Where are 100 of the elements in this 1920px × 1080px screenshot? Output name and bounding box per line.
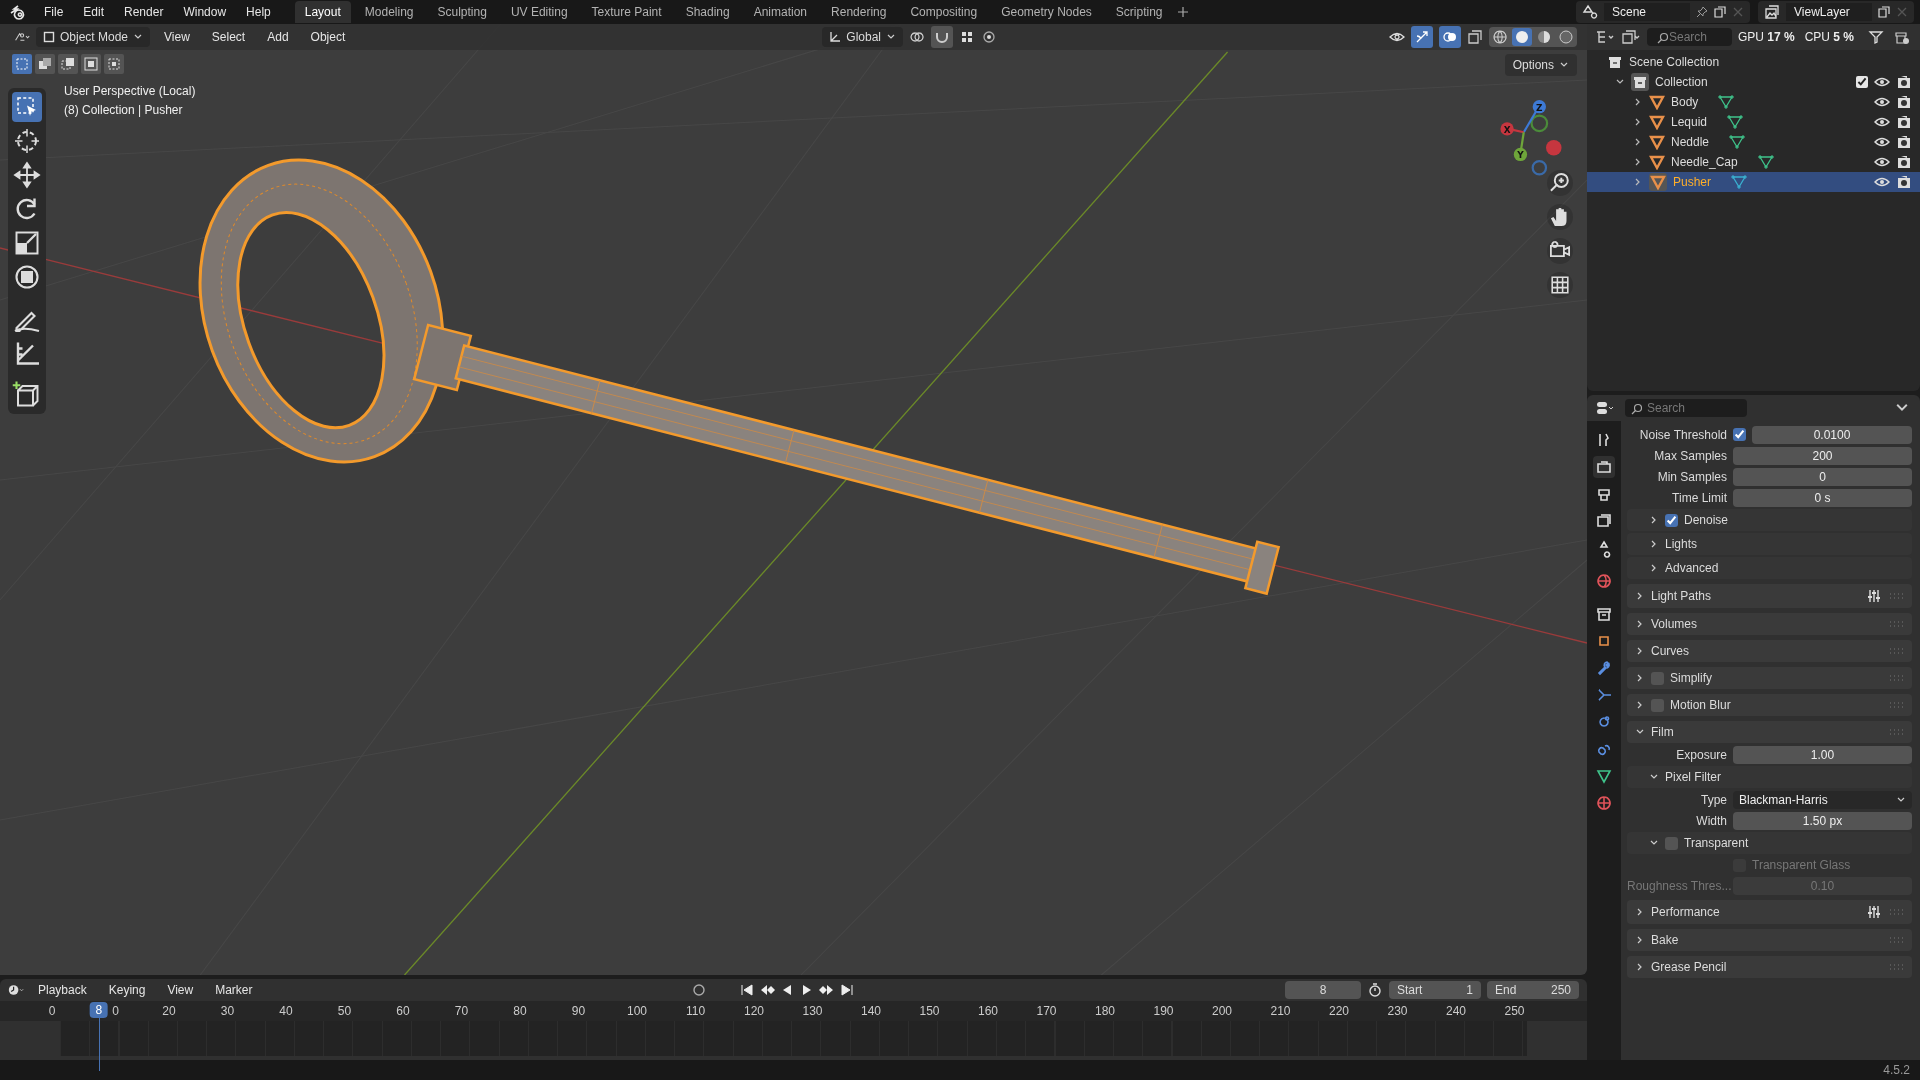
record-icon[interactable] xyxy=(690,982,707,998)
timeline-track[interactable] xyxy=(60,1021,1527,1056)
outliner-row[interactable]: Lequid xyxy=(1587,112,1920,132)
drag-handle-icon[interactable] xyxy=(1888,936,1904,944)
select-invert-icon[interactable] xyxy=(81,54,101,74)
plunger-wireframe-drawing[interactable] xyxy=(198,158,1281,596)
orientation-dropdown[interactable]: Global xyxy=(822,27,903,47)
dropdown-field[interactable]: Blackman-Harris xyxy=(1733,790,1912,809)
menu-item[interactable]: Select xyxy=(203,27,254,47)
image-stack-icon[interactable] xyxy=(1621,29,1641,45)
drag-handle-icon[interactable] xyxy=(1888,647,1904,655)
list-icon[interactable] xyxy=(1595,29,1615,45)
grid-icon[interactable] xyxy=(1547,272,1573,298)
checkbox[interactable] xyxy=(1733,428,1746,441)
number-field[interactable]: 0 xyxy=(1733,467,1912,486)
panel-header[interactable]: Motion Blur xyxy=(1627,694,1912,716)
camera-icon[interactable] xyxy=(1896,134,1912,150)
workspace-tab[interactable]: Rendering xyxy=(821,1,897,23)
checkbox[interactable] xyxy=(1665,836,1678,850)
presets-icon[interactable] xyxy=(1866,588,1882,604)
jump-start-icon[interactable] xyxy=(738,982,755,998)
3d-viewport[interactable]: Object Mode View Select Add Object Global Options User Perspective (Local) (8) Collection | Pusher Z X Y xyxy=(0,24,1587,975)
number-field[interactable]: 200 xyxy=(1733,446,1912,465)
workspace-tab[interactable]: Sculpting xyxy=(427,1,497,23)
drag-handle-icon[interactable] xyxy=(1888,908,1904,916)
grid-icon[interactable] xyxy=(959,29,975,45)
hand-icon[interactable] xyxy=(1547,204,1573,230)
menu-item[interactable]: Add xyxy=(259,27,297,47)
menu-item[interactable]: File xyxy=(36,2,72,22)
scene-selector[interactable]: Scene xyxy=(1576,1,1750,23)
number-field[interactable]: 0 s xyxy=(1733,488,1912,507)
workspace-tab[interactable]: Shading xyxy=(675,1,740,23)
mesh-data-icon[interactable] xyxy=(1731,174,1748,190)
next-keyframe-icon[interactable] xyxy=(818,982,835,998)
add-icon[interactable] xyxy=(1176,6,1189,18)
jump-end-icon[interactable] xyxy=(838,982,855,998)
drag-handle-icon[interactable] xyxy=(1888,728,1904,736)
subpanel-header[interactable]: Pixel Filter xyxy=(1627,766,1912,788)
axis-handle[interactable] xyxy=(1530,114,1549,133)
camera-icon[interactable] xyxy=(1547,238,1573,264)
new-collection-icon[interactable] xyxy=(1892,29,1912,45)
menu-item[interactable]: Window xyxy=(175,2,235,22)
camera-icon[interactable] xyxy=(1896,174,1912,190)
checkbox[interactable] xyxy=(1665,513,1678,527)
menu-item[interactable]: Help xyxy=(238,2,279,22)
end-frame-field[interactable]: End 250 xyxy=(1487,981,1579,999)
view-layer-selector[interactable]: ViewLayer xyxy=(1758,1,1914,23)
camera-icon[interactable] xyxy=(1896,74,1912,90)
panel-header[interactable]: Light Paths xyxy=(1627,584,1912,608)
z-axis-handle[interactable]: Z xyxy=(1522,100,1546,133)
presets-icon[interactable] xyxy=(1866,904,1882,920)
toggle-icon[interactable] xyxy=(1595,400,1615,416)
workspace-tab[interactable]: Animation xyxy=(743,1,818,23)
drag-handle-icon[interactable] xyxy=(1888,620,1904,628)
workspace-tab[interactable]: Geometry Nodes xyxy=(991,1,1102,23)
camera-icon[interactable] xyxy=(1896,114,1912,130)
current-frame-field[interactable]: 8 xyxy=(1285,981,1361,999)
subpanel-header[interactable]: Advanced xyxy=(1627,557,1912,579)
menu-item[interactable]: Marker xyxy=(207,980,261,1000)
select-box-tool-icon[interactable] xyxy=(12,92,42,122)
stopwatch-icon[interactable] xyxy=(1367,982,1383,998)
checkbox[interactable] xyxy=(1651,698,1664,712)
search-field[interactable]: Search xyxy=(1625,399,1747,417)
panel-header[interactable]: Volumes xyxy=(1627,613,1912,635)
menu-item[interactable]: Edit xyxy=(75,2,113,22)
app-logo-icon[interactable] xyxy=(10,4,26,20)
select-extend-icon[interactable] xyxy=(35,54,55,74)
camera-icon[interactable] xyxy=(1896,94,1912,110)
checkbox[interactable] xyxy=(1651,671,1664,685)
outliner-row[interactable]: Needle_Cap xyxy=(1587,152,1920,172)
outliner-row[interactable]: Pusher xyxy=(1587,172,1920,192)
subpanel-header[interactable]: Lights xyxy=(1627,533,1912,555)
number-field[interactable]: 1.50 px xyxy=(1733,811,1912,830)
panel-header[interactable]: Grease Pencil xyxy=(1627,956,1912,978)
subpanel-header[interactable]: Denoise xyxy=(1627,509,1912,531)
copy-icon[interactable] xyxy=(1878,6,1890,18)
menu-item[interactable]: Object xyxy=(302,27,354,47)
subpanel-header[interactable]: Transparent xyxy=(1627,832,1912,854)
panel-header[interactable]: Film xyxy=(1627,721,1912,743)
select-new-icon[interactable] xyxy=(12,54,32,74)
menu-item[interactable]: View xyxy=(156,27,198,47)
workspace-tab[interactable]: Texture Paint xyxy=(581,1,672,23)
clock-icon[interactable] xyxy=(8,982,24,998)
shading-buttons[interactable] xyxy=(1489,27,1577,47)
camera-icon[interactable] xyxy=(1896,154,1912,170)
workspace-tab[interactable]: Layout xyxy=(294,1,351,23)
panel-header[interactable]: Curves xyxy=(1627,640,1912,662)
zoom-icon[interactable] xyxy=(1547,170,1573,196)
move-tool-icon[interactable] xyxy=(12,160,42,190)
mesh-data-icon[interactable] xyxy=(1757,154,1774,170)
drag-handle-icon[interactable] xyxy=(1888,592,1904,600)
menu-item[interactable]: View xyxy=(159,980,202,1000)
menu-item[interactable]: Render xyxy=(116,2,172,22)
drag-handle-icon[interactable] xyxy=(1888,674,1904,682)
menu-item[interactable]: Keying xyxy=(100,980,154,1000)
mode-dropdown[interactable]: Object Mode xyxy=(36,27,151,47)
outliner-item[interactable]: Collection xyxy=(1655,75,1708,89)
options-dropdown[interactable]: Options xyxy=(1504,54,1577,76)
workspace-tab[interactable]: Compositing xyxy=(900,1,988,23)
gizmo-icon[interactable] xyxy=(1411,26,1433,48)
